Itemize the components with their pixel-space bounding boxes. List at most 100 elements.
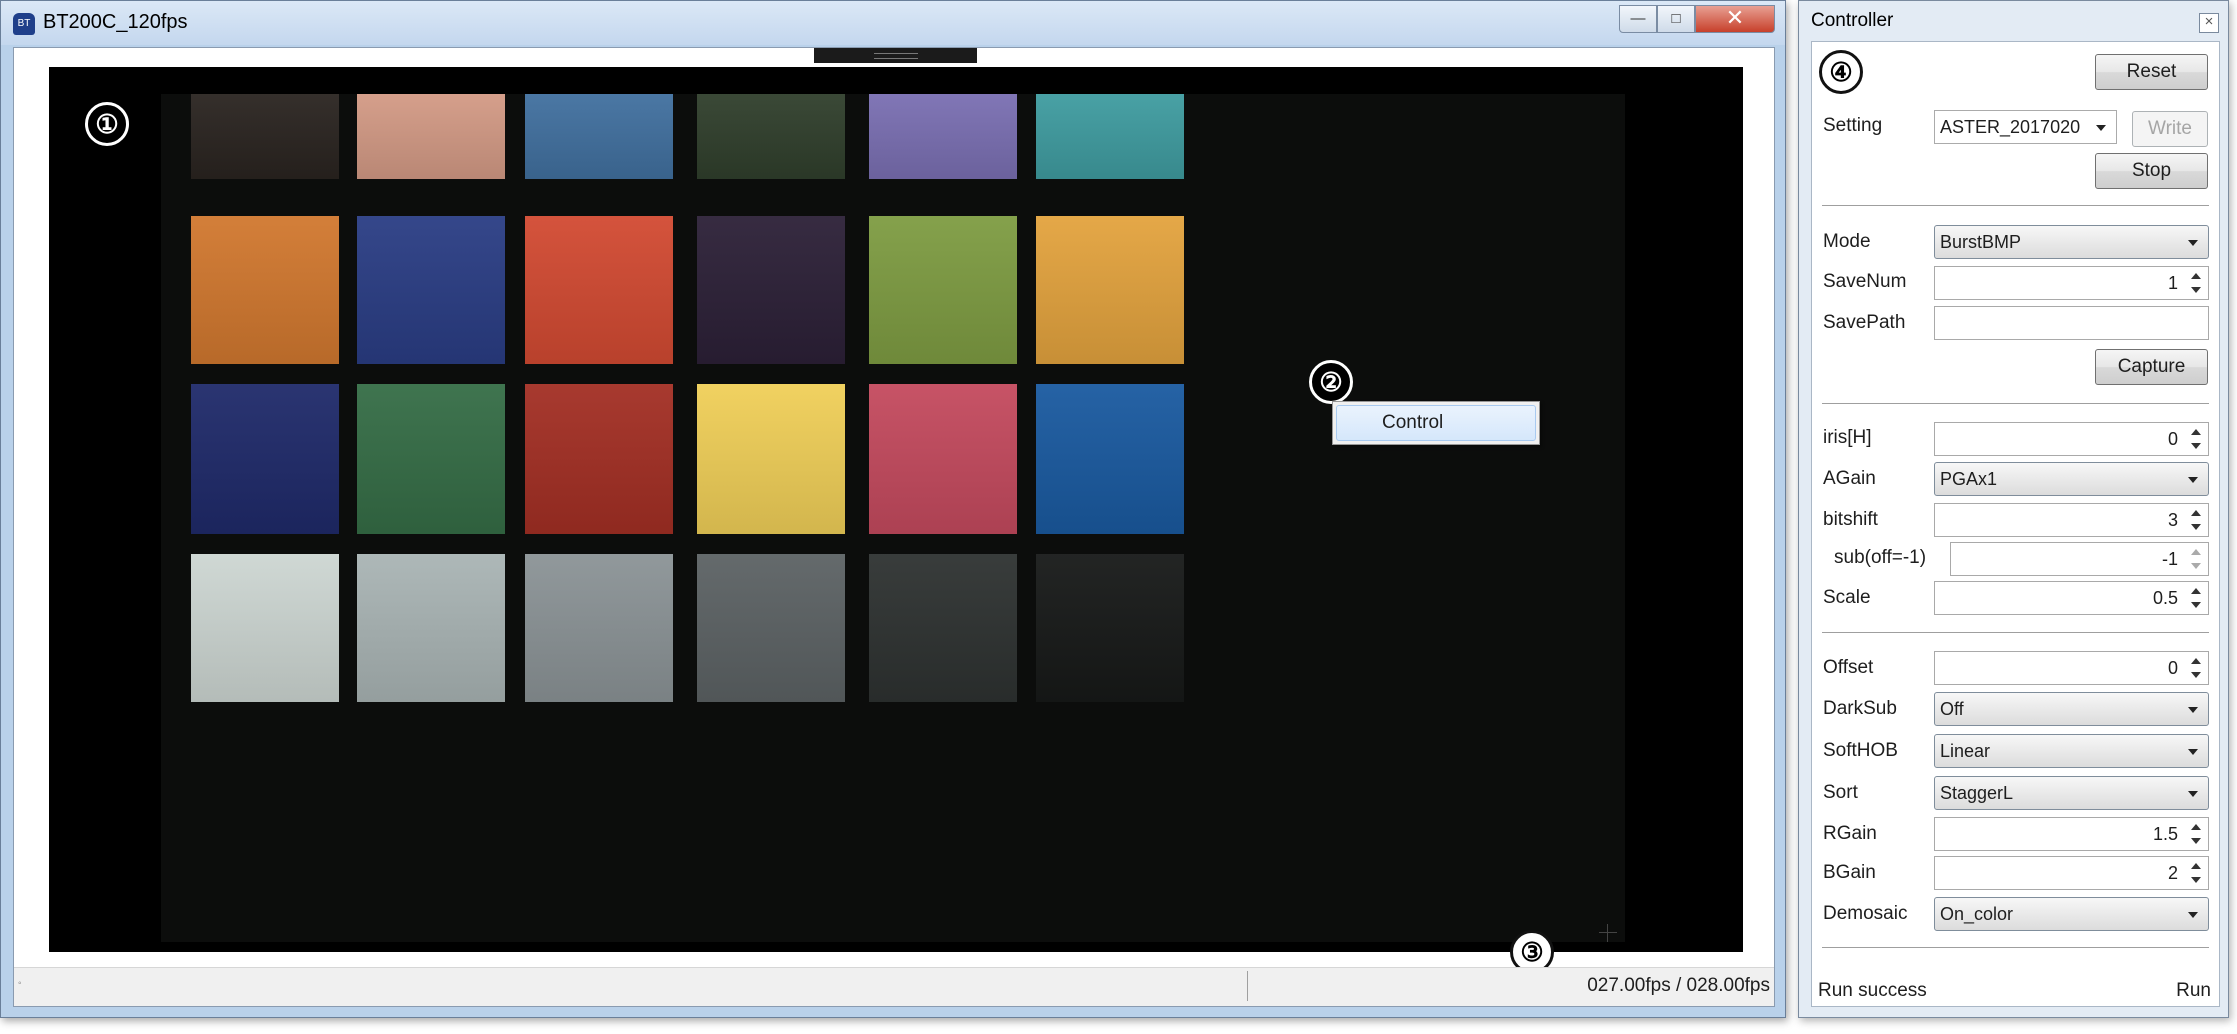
maximize-icon: □: [1671, 10, 1681, 27]
sort-select[interactable]: StaggerL: [1934, 776, 2209, 810]
controller-status-state: Run: [2176, 980, 2211, 1001]
divider: [1822, 947, 2209, 949]
bgain-stepper[interactable]: 2: [1934, 856, 2209, 890]
spinner-icon[interactable]: [2189, 507, 2203, 533]
minimize-icon: —: [1630, 10, 1646, 27]
spinner-icon[interactable]: [2189, 655, 2203, 681]
controller-window: Controller × ④ Reset Setting ASTER_20170…: [1798, 0, 2229, 1018]
color-patch: [191, 384, 339, 534]
color-patch: [525, 216, 673, 364]
color-patch: [357, 554, 505, 702]
chevron-down-icon: [2188, 791, 2198, 797]
write-button[interactable]: Write: [2132, 111, 2208, 147]
color-patch: [869, 94, 1017, 179]
close-button[interactable]: ✕: [1695, 5, 1775, 33]
maximize-button[interactable]: □: [1657, 5, 1695, 33]
marker-4: ④: [1819, 50, 1863, 94]
mode-select[interactable]: BurstBMP: [1934, 225, 2209, 259]
demosaic-value: On_color: [1940, 904, 2014, 924]
color-patch: [869, 384, 1017, 534]
darksub-select[interactable]: Off: [1934, 692, 2209, 726]
viewer-window: BT BT200C_120fps — □ ✕ ① ② Control ③ ◦ 0…: [0, 0, 1786, 1018]
spinner-icon[interactable]: [2189, 546, 2203, 572]
color-patch: [525, 554, 673, 702]
iris-label: iris[H]: [1823, 427, 1872, 448]
viewer-statusbar: ◦ 027.00fps / 028.00fps: [14, 967, 1774, 1006]
savepath-input[interactable]: [1934, 306, 2209, 340]
darksub-label: DarkSub: [1823, 698, 1897, 719]
context-menu-item-control[interactable]: Control: [1336, 405, 1536, 441]
spinner-icon[interactable]: [2189, 426, 2203, 452]
setting-value: ASTER_2017020: [1940, 117, 2081, 137]
iris-stepper[interactable]: 0: [1934, 422, 2209, 456]
color-patch: [191, 216, 339, 364]
status-left: ◦: [18, 978, 22, 989]
controller-panel: ④ Reset Setting ASTER_2017020 Write Stop…: [1811, 41, 2220, 1007]
color-patch: [357, 216, 505, 364]
controller-close-button[interactable]: ×: [2199, 13, 2219, 33]
scale-stepper[interactable]: 0.5: [1934, 581, 2209, 615]
chevron-down-icon: [2188, 749, 2198, 755]
offset-value: 0: [2167, 658, 2178, 678]
camera-app-icon: BT: [13, 13, 35, 35]
marker-2: ②: [1309, 360, 1353, 404]
again-select[interactable]: PGAx1: [1934, 462, 2209, 496]
marker-1: ①: [85, 102, 129, 146]
close-icon: ×: [2204, 13, 2214, 30]
rgain-stepper[interactable]: 1.5: [1934, 817, 2209, 851]
setting-label: Setting: [1823, 115, 1883, 136]
softhob-select[interactable]: Linear: [1934, 734, 2209, 768]
camera-view[interactable]: ① ② Control: [49, 67, 1743, 952]
capture-button[interactable]: Capture: [2095, 349, 2208, 385]
savepath-label: SavePath: [1823, 312, 1906, 333]
bitshift-stepper[interactable]: 3: [1934, 503, 2209, 537]
savenum-stepper[interactable]: 1: [1934, 266, 2209, 300]
close-icon: ✕: [1725, 5, 1745, 30]
color-patch: [697, 554, 845, 702]
color-patch: [191, 94, 339, 179]
scale-label: Scale: [1823, 587, 1871, 608]
softhob-value: Linear: [1940, 741, 1991, 761]
color-checker-chart: [161, 94, 1625, 942]
color-patch: [191, 554, 339, 702]
spinner-icon[interactable]: [2189, 860, 2203, 886]
panel-grip-handle[interactable]: [814, 48, 977, 63]
iris-value: 0: [2167, 429, 2178, 449]
spinner-icon[interactable]: [2189, 585, 2203, 611]
demosaic-select[interactable]: On_color: [1934, 897, 2209, 931]
color-patch: [1036, 554, 1184, 702]
sort-label: Sort: [1823, 782, 1858, 803]
sub-label: sub(off=-1): [1834, 547, 1927, 568]
sub-stepper[interactable]: -1: [1950, 542, 2209, 576]
color-patch: [1036, 94, 1184, 179]
status-separator: [1247, 971, 1248, 1001]
minimize-button[interactable]: —: [1619, 5, 1657, 33]
color-patch: [697, 216, 845, 364]
sub-value: -1: [2161, 549, 2178, 569]
darksub-value: Off: [1940, 699, 1964, 719]
savenum-label: SaveNum: [1823, 271, 1907, 292]
color-patch: [357, 94, 505, 179]
divider: [1822, 205, 2209, 207]
chevron-down-icon: [2096, 125, 2106, 131]
color-patch: [697, 94, 845, 179]
again-label: AGain: [1823, 468, 1876, 489]
again-value: PGAx1: [1940, 469, 1998, 489]
savenum-value: 1: [2167, 273, 2178, 293]
offset-stepper[interactable]: 0: [1934, 651, 2209, 685]
color-patch: [525, 94, 673, 179]
stop-button[interactable]: Stop: [2095, 153, 2208, 189]
spinner-icon[interactable]: [2189, 821, 2203, 847]
color-patch: [1036, 384, 1184, 534]
spinner-icon[interactable]: [2189, 270, 2203, 296]
reset-button[interactable]: Reset: [2095, 54, 2208, 90]
bgain-label: BGain: [1823, 862, 1876, 883]
fps-readout: 027.00fps / 028.00fps: [1587, 975, 1770, 996]
viewer-titlebar[interactable]: BT BT200C_120fps — □ ✕: [1, 1, 1785, 45]
demosaic-label: Demosaic: [1823, 903, 1908, 924]
chevron-down-icon: [2188, 477, 2198, 483]
setting-select[interactable]: ASTER_2017020: [1934, 110, 2117, 144]
chevron-down-icon: [2188, 707, 2198, 713]
divider: [1822, 403, 2209, 405]
bitshift-value: 3: [2167, 510, 2178, 530]
